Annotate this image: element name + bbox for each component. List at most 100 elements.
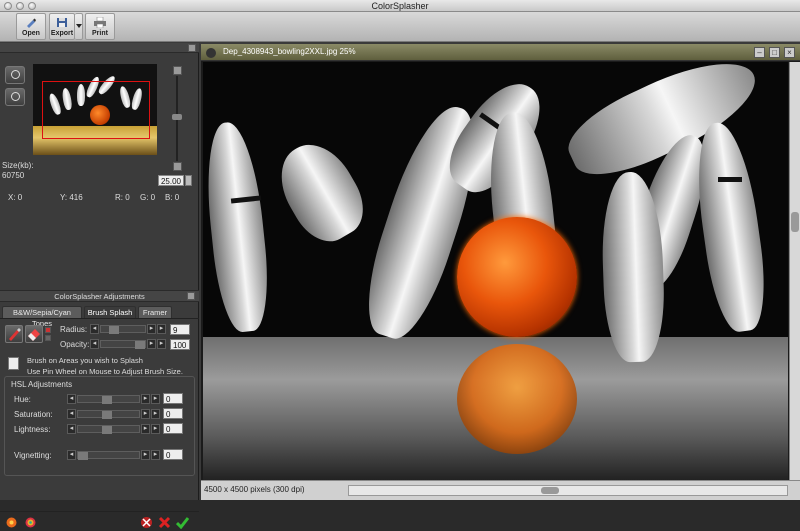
image-title-bar: Dep_4308943_bowling2XXL.jpg 25% – □ × <box>201 44 800 61</box>
lightness-increase-fast-button[interactable]: ▸ <box>151 424 160 434</box>
lightness-input[interactable]: 0 <box>163 423 183 434</box>
export-dropdown-button[interactable] <box>75 13 83 40</box>
opacity-decrease-button[interactable]: ◂ <box>90 339 99 349</box>
saturation-decrease-button[interactable]: ◂ <box>67 409 76 419</box>
radius-slider[interactable]: ◂ ▸ ▸ <box>90 324 168 334</box>
lightness-increase-button[interactable]: ▸ <box>141 424 150 434</box>
zoom-slider-knob[interactable] <box>172 114 182 120</box>
saturation-increase-button[interactable]: ▸ <box>141 409 150 419</box>
magnifier-minus-icon <box>11 92 20 101</box>
radius-increase-fast-button[interactable]: ▸ <box>157 324 166 334</box>
title-bar: ColorSplasher <box>0 0 800 12</box>
vignetting-increase-fast-button[interactable]: ▸ <box>151 450 160 460</box>
vignetting-slider-thumb[interactable] <box>78 452 88 460</box>
viewport-rectangle[interactable] <box>42 81 150 139</box>
image-canvas[interactable] <box>203 62 788 480</box>
document-icon <box>206 48 216 58</box>
horizontal-scroll-thumb[interactable] <box>541 487 559 494</box>
eraser-icon <box>28 329 40 341</box>
adjustments-header: ColorSplasher Adjustments <box>0 290 199 302</box>
pixel-info-bar: X: 0 Y: 416 R: 0 G: 0 B: 0 <box>0 193 199 205</box>
lightness-label: Lightness: <box>14 425 51 434</box>
detach-adjustments-icon[interactable] <box>187 292 195 300</box>
zoom-in-button[interactable] <box>5 66 25 84</box>
saturation-input[interactable]: 0 <box>163 408 183 419</box>
hue-slider-thumb[interactable] <box>102 396 112 404</box>
zoom-slider[interactable] <box>172 64 182 174</box>
slider-up-button[interactable] <box>173 66 182 75</box>
hue-increase-button[interactable]: ▸ <box>141 394 150 404</box>
hue-slider[interactable]: ◂ ▸ ▸ <box>67 394 162 404</box>
hue-decrease-button[interactable]: ◂ <box>67 394 76 404</box>
tab-bw-sepia-cyan[interactable]: B&W/Sepia/Cyan Tones <box>2 306 82 328</box>
open-button[interactable]: Open <box>16 13 46 40</box>
adjustments-title: ColorSplasher Adjustments <box>54 292 145 301</box>
brush-mode-indicator-icon[interactable] <box>45 327 51 333</box>
brush-hint-checkbox[interactable] <box>8 357 19 370</box>
vignetting-input[interactable]: 0 <box>163 449 183 460</box>
file-size-info: Size(kb): 60750 <box>2 161 34 181</box>
printer-icon <box>94 17 106 28</box>
tab-brush-splash[interactable]: Brush Splash <box>84 306 136 318</box>
vignetting-slider[interactable]: ◂ ▸ ▸ <box>67 450 162 460</box>
detach-panel-icon[interactable] <box>188 44 196 52</box>
brush-tool-button[interactable] <box>5 325 23 343</box>
doc-minimize-button[interactable]: – <box>754 47 765 58</box>
eraser-tool-button[interactable] <box>25 325 43 343</box>
saturation-increase-fast-button[interactable]: ▸ <box>151 409 160 419</box>
vertical-scroll-thumb[interactable] <box>791 212 799 232</box>
adjustments-tabs: B&W/Sepia/Cyan Tones Brush Splash Framer <box>0 306 199 328</box>
chevron-down-icon <box>76 24 82 28</box>
zoom-stepper[interactable] <box>185 175 192 186</box>
brush-hint-line1: Brush on Areas you wish to Splash <box>27 356 143 365</box>
open-icon <box>27 18 36 28</box>
image-dimensions: 4500 x 4500 pixels (300 dpi) <box>204 485 305 494</box>
eraser-mode-indicator-icon[interactable] <box>45 335 51 341</box>
splash-orange-icon[interactable] <box>5 516 18 529</box>
lightness-slider[interactable]: ◂ ▸ ▸ <box>67 424 162 434</box>
window-title: ColorSplasher <box>371 1 429 11</box>
hue-increase-fast-button[interactable]: ▸ <box>151 394 160 404</box>
saturation-slider[interactable]: ◂ ▸ ▸ <box>67 409 162 419</box>
zoom-input[interactable]: 25.00 <box>158 175 184 186</box>
horizontal-scrollbar[interactable] <box>348 485 788 496</box>
export-button[interactable]: Export <box>49 13 75 40</box>
doc-maximize-button[interactable]: □ <box>769 47 780 58</box>
print-label: Print <box>92 30 108 37</box>
radius-input[interactable]: 9 <box>170 324 190 335</box>
doc-close-button[interactable]: × <box>784 47 795 58</box>
color-g: G: 0 <box>140 193 156 202</box>
vignetting-increase-button[interactable]: ▸ <box>141 450 150 460</box>
radius-slider-thumb[interactable] <box>109 326 119 334</box>
apply-check-icon[interactable] <box>176 516 189 529</box>
export-label: Export <box>50 30 74 37</box>
opacity-increase-button[interactable]: ▸ <box>147 339 156 349</box>
left-panel: Size(kb): 60750 25.00 X: 0 Y: 416 R: 0 G… <box>0 43 199 529</box>
open-label: Open <box>22 30 40 37</box>
tab-framer[interactable]: Framer <box>138 306 172 318</box>
slider-down-button[interactable] <box>173 162 182 171</box>
hsl-title: HSL Adjustments <box>11 380 73 389</box>
toolbar: Open Export Print <box>0 12 800 42</box>
brush-hint-line2: Use Pin Wheel on Mouse to Adjust Brush S… <box>27 367 183 376</box>
lightness-decrease-button[interactable]: ◂ <box>67 424 76 434</box>
hue-input[interactable]: 0 <box>163 393 183 404</box>
opacity-input[interactable]: 100 <box>170 339 190 350</box>
image-title: Dep_4308943_bowling2XXL.jpg 25% <box>223 47 356 56</box>
opacity-slider[interactable]: ◂ ▸ ▸ <box>90 339 168 349</box>
radius-increase-button[interactable]: ▸ <box>147 324 156 334</box>
saturation-slider-thumb[interactable] <box>102 411 112 419</box>
splash-multicolor-icon[interactable] <box>24 516 37 529</box>
opacity-increase-fast-button[interactable]: ▸ <box>157 339 166 349</box>
print-button[interactable]: Print <box>85 13 115 40</box>
zoom-out-button[interactable] <box>5 88 25 106</box>
lightness-slider-thumb[interactable] <box>102 426 112 434</box>
vertical-scrollbar[interactable] <box>789 62 800 480</box>
opacity-slider-thumb[interactable] <box>135 341 145 349</box>
navigator-thumbnail[interactable] <box>33 64 157 155</box>
radius-decrease-button[interactable]: ◂ <box>90 324 99 334</box>
vignetting-decrease-button[interactable]: ◂ <box>67 450 76 460</box>
reset-icon[interactable] <box>140 516 153 529</box>
cancel-icon[interactable] <box>158 516 171 529</box>
color-b: B: 0 <box>165 193 180 202</box>
